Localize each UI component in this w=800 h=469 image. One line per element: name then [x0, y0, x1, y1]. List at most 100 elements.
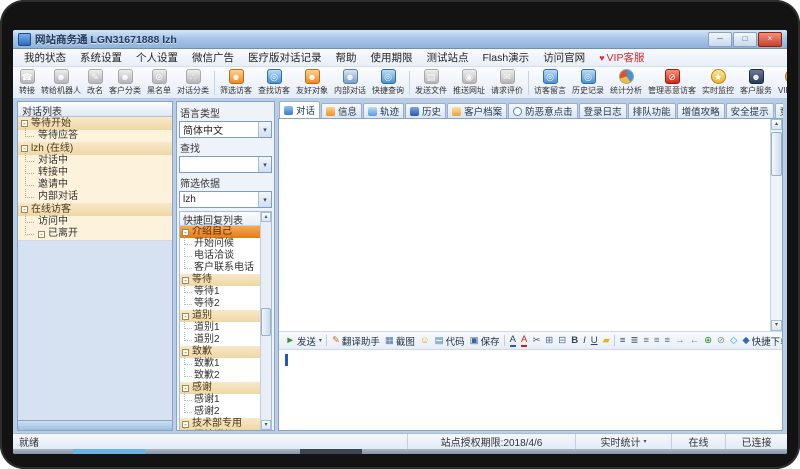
message-input[interactable]	[279, 350, 782, 430]
rename-button[interactable]: ✎改名	[85, 68, 105, 97]
highlight-button[interactable]: ▰	[600, 335, 612, 346]
collapse-icon[interactable]: -	[182, 313, 189, 320]
stats-analysis-button[interactable]: 统计分析	[608, 68, 644, 97]
status-realtime-stats[interactable]: 实时统计 ▾	[575, 434, 671, 449]
reply-item[interactable]: 客户联系电话	[180, 262, 261, 274]
ordered-list-button[interactable]: ≡	[617, 335, 628, 346]
reply-group[interactable]: -道别	[180, 310, 261, 322]
find-visitors-button[interactable]: ◎查找访客	[256, 68, 292, 97]
quick-order-button[interactable]: ◆快捷下单	[740, 334, 782, 348]
collapse-icon[interactable]: -	[182, 349, 189, 356]
reply-group[interactable]: -感谢	[180, 382, 261, 394]
menu-usage-period[interactable]: 使用期限	[364, 50, 420, 65]
assistant-button[interactable]: ✎翻译助手	[329, 334, 382, 348]
dropdown-arrow-icon[interactable]: ▾	[258, 122, 271, 137]
collapse-icon[interactable]: -	[182, 229, 189, 236]
menu-system-settings[interactable]: 系统设置	[73, 50, 129, 65]
reply-item[interactable]: 电话洽谈	[180, 250, 261, 262]
chat-scrollbar[interactable]: ▴ ▾	[770, 119, 782, 331]
reply-item[interactable]: 等待2	[180, 298, 261, 310]
tab-login-log[interactable]: 登录日志	[579, 103, 627, 118]
collapse-icon[interactable]: -	[182, 385, 189, 392]
dropdown-arrow-icon[interactable]: ▾	[258, 157, 271, 172]
menu-vip-service[interactable]: ♥VIP客服	[592, 50, 651, 65]
language-select[interactable]: 简体中文 ▾	[179, 121, 272, 138]
reply-item[interactable]: 致歉2	[180, 370, 261, 382]
tree-item[interactable]: 等待应答	[18, 130, 172, 142]
reply-group[interactable]: -介绍自己	[180, 226, 261, 238]
underline-button[interactable]: U	[588, 335, 600, 346]
menu-my-status[interactable]: 我的状态	[17, 50, 73, 65]
tab-history[interactable]: 历史	[405, 103, 446, 118]
blacklist-button[interactable]: ⊘黑名单	[145, 68, 173, 97]
menu-help[interactable]: 帮助	[329, 50, 364, 65]
dropdown-arrow-icon[interactable]: ▾	[319, 337, 322, 344]
tab-track[interactable]: 轨迹	[363, 103, 404, 118]
tab-queue[interactable]: 排队功能	[628, 103, 676, 118]
tab-security-tips[interactable]: 安全提示	[726, 103, 774, 118]
visitor-messages-button[interactable]: ◎访客留言	[532, 68, 568, 97]
indent-button[interactable]: →	[673, 335, 688, 346]
reply-item[interactable]: 感谢2	[180, 406, 261, 418]
minimize-button[interactable]: ─	[708, 32, 732, 47]
collapse-icon[interactable]: -	[21, 206, 28, 213]
collapse-icon[interactable]: -	[38, 231, 45, 238]
group-waiting[interactable]: -等待开始	[18, 117, 172, 130]
menu-personal-settings[interactable]: 个人设置	[129, 50, 185, 65]
realtime-monitor-button[interactable]: ★实时监控	[700, 68, 736, 97]
filter-visitors-button[interactable]: ☻筛选访客	[218, 68, 254, 97]
reply-item[interactable]: 道别2	[180, 334, 261, 346]
quick-query-button[interactable]: ◎快捷查询	[370, 68, 406, 97]
reply-group[interactable]: -技术部专用	[180, 418, 261, 430]
chat-category-button[interactable]: ∴对话分类	[175, 68, 211, 97]
scrollbar-thumb[interactable]	[771, 132, 782, 176]
tab-bidding-guard[interactable]: 竞价卫士	[775, 103, 783, 118]
align-center-button[interactable]: ≡	[651, 335, 662, 346]
push-url-button[interactable]: ◉推送网址	[451, 68, 487, 97]
tree-item[interactable]: -已离开	[18, 228, 172, 240]
reply-group[interactable]: -等待	[180, 274, 261, 286]
history-records-button[interactable]: ◎历史记录	[570, 68, 606, 97]
dropdown-arrow-icon[interactable]: ▾	[258, 192, 271, 207]
scrollbar-thumb[interactable]	[261, 308, 271, 336]
outdent-button[interactable]: ←	[687, 335, 702, 346]
align-right-button[interactable]: ≡	[662, 335, 673, 346]
reply-item[interactable]: 致歉1	[180, 358, 261, 370]
tab-anti-click[interactable]: 防恶意点击	[508, 103, 578, 118]
menu-flash-demo[interactable]: Flash演示	[476, 50, 537, 65]
italic-button[interactable]: I	[581, 335, 589, 346]
friendly-contacts-button[interactable]: ☻友好对象	[294, 68, 330, 97]
menu-test-site[interactable]: 测试站点	[420, 50, 476, 65]
eraser-button[interactable]: ⊘	[715, 335, 728, 346]
vip-service-button[interactable]: ◉VIP客服	[776, 68, 787, 97]
customer-service-button[interactable]: ☻客户服务	[738, 68, 774, 97]
reply-group[interactable]: -致歉	[180, 346, 261, 358]
tab-info[interactable]: 信息	[321, 103, 362, 118]
search-select[interactable]: ▾	[179, 156, 272, 173]
group-online-visitors[interactable]: -在线访客	[18, 203, 172, 216]
restore-button[interactable]: □	[733, 32, 757, 47]
quick-reply-scrollbar[interactable]: ▴ ▾	[260, 212, 271, 430]
tree-item[interactable]: 对话中	[18, 155, 172, 167]
send-file-button[interactable]: ▤发送文件	[413, 68, 449, 97]
bold-button[interactable]: B	[569, 335, 581, 346]
screenshot-button[interactable]: ▦截图	[382, 334, 417, 348]
font-color-button[interactable]: A	[507, 334, 518, 347]
tree-item[interactable]: 转接中	[18, 167, 172, 179]
copy-button[interactable]: ⊞	[543, 335, 556, 346]
bullet-list-button[interactable]: ≣	[628, 335, 641, 346]
align-left-button[interactable]: ≡	[641, 335, 652, 346]
group-lzh-online[interactable]: -lzh (在线)	[18, 142, 172, 155]
scroll-down-icon[interactable]: ▾	[771, 320, 782, 331]
emoji-button[interactable]: ☺	[417, 335, 432, 346]
menu-medical-chat-log[interactable]: 医疗版对话记录	[241, 50, 329, 65]
filter-select[interactable]: lzh ▾	[179, 191, 272, 208]
close-button[interactable]: ×	[758, 32, 782, 47]
internal-chat-button[interactable]: ☻内部对话	[332, 68, 368, 97]
scroll-up-icon[interactable]: ▴	[771, 119, 782, 130]
menu-wechat-ads[interactable]: 微信广告	[185, 50, 241, 65]
scroll-up-icon[interactable]: ▴	[261, 212, 271, 222]
reply-item[interactable]: 感谢1	[180, 394, 261, 406]
save-button[interactable]: ▣保存	[467, 334, 502, 348]
reply-item[interactable]: 开始问候	[180, 238, 261, 250]
